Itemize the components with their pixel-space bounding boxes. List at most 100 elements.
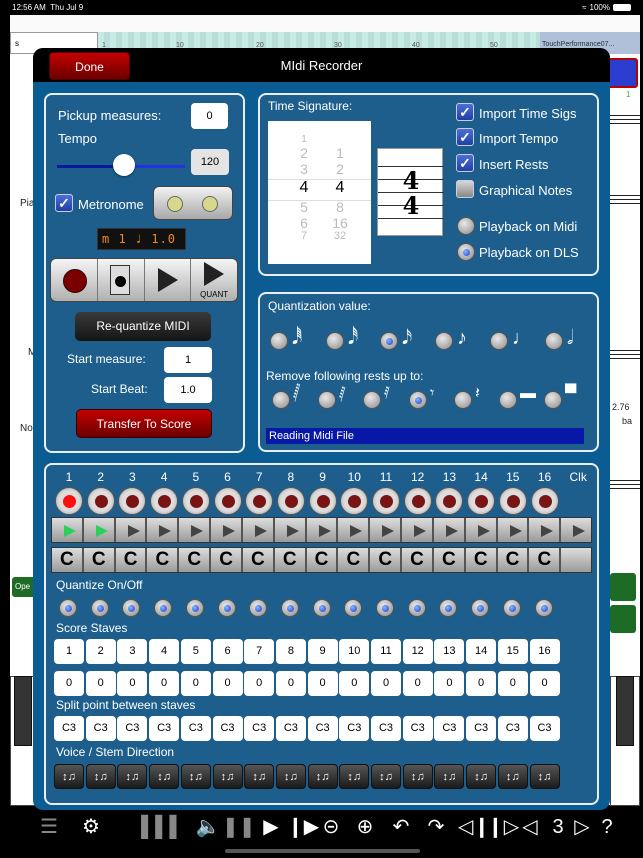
split-point-field[interactable]: C3 [497, 716, 528, 741]
play-button[interactable] [145, 259, 192, 301]
channel-clef-button[interactable]: C [307, 548, 339, 572]
playback-dls-radio[interactable] [457, 243, 475, 261]
channel-play-button[interactable] [275, 518, 307, 542]
channel-clef-button[interactable]: C [116, 548, 148, 572]
load-midi-button[interactable] [98, 259, 145, 301]
previous-page-icon[interactable]: ◁ [517, 814, 543, 840]
voice-stem-button[interactable]: ↕♫ [434, 764, 465, 789]
staff-offset-field[interactable]: 0 [244, 671, 275, 696]
channel-clef-button[interactable]: C [243, 548, 275, 572]
channel-clef-button[interactable]: C [147, 548, 180, 572]
channel-record-button[interactable] [372, 487, 400, 515]
quantize-toggle[interactable] [280, 599, 299, 617]
voice-stem-button[interactable]: ↕♫ [212, 764, 243, 789]
play-from-cursor-icon[interactable]: ❙▶ [287, 814, 319, 840]
split-point-field[interactable]: C3 [402, 716, 433, 741]
channel-play-button[interactable] [52, 518, 84, 542]
voice-stem-button[interactable]: ↕♫ [529, 764, 560, 789]
denominator-wheel[interactable]: 1 2 4 8 16 32 [320, 135, 360, 242]
numerator-wheel[interactable]: 1 2 3 4 5 6 7 [284, 135, 324, 242]
score-staff-field[interactable]: 4 [149, 639, 180, 664]
quantize-toggle[interactable] [185, 599, 204, 617]
channel-clef-button[interactable] [561, 548, 591, 572]
channel-record-button[interactable] [276, 487, 305, 515]
staff-offset-field[interactable]: 0 [371, 671, 401, 696]
channel-clef-button[interactable]: C [52, 548, 84, 572]
quantize-toggle[interactable] [312, 599, 331, 617]
insert-measure-left-icon[interactable]: ◁❙ [458, 814, 490, 840]
score-staff-field[interactable]: 10 [339, 639, 370, 664]
tempo-value[interactable]: 120 [191, 149, 229, 175]
transfer-to-score-button[interactable]: Transfer To Score [76, 409, 212, 438]
gear-icon[interactable]: ⚙ [78, 814, 104, 840]
play-quantized-button[interactable]: QUANT [191, 259, 237, 301]
zoom-in-icon[interactable]: ⊕ [352, 814, 378, 840]
score-staff-field[interactable]: 13 [434, 639, 465, 664]
staff-offset-field[interactable]: 0 [529, 671, 560, 696]
score-staff-field[interactable]: 11 [371, 639, 401, 664]
rest-half-radio[interactable] [499, 391, 517, 409]
staff-offset-field[interactable]: 0 [149, 671, 180, 696]
staff-offset-field[interactable]: 0 [402, 671, 433, 696]
voice-stem-button[interactable]: ↕♫ [466, 764, 497, 789]
expand-icon[interactable] [610, 573, 636, 601]
channel-record-button[interactable] [308, 487, 337, 515]
channel-clef-button[interactable]: C [370, 548, 403, 572]
insert-rests-checkbox[interactable]: ✓ [456, 154, 474, 172]
staff-offset-field[interactable]: 0 [212, 671, 243, 696]
channel-clef-button[interactable]: C [275, 548, 307, 572]
channel-play-button[interactable] [529, 518, 562, 542]
channel-play-button[interactable] [307, 518, 339, 542]
staff-offset-field[interactable]: 0 [497, 671, 528, 696]
channel-clef-button[interactable]: C [466, 548, 498, 572]
channel-play-button[interactable] [498, 518, 530, 542]
split-point-field[interactable]: C3 [149, 716, 180, 741]
channel-clef-button[interactable]: C [529, 548, 562, 572]
record-button[interactable] [51, 259, 98, 301]
channel-play-button[interactable] [466, 518, 498, 542]
channel-play-button[interactable] [84, 518, 116, 542]
rest-quarter-radio[interactable] [454, 391, 472, 409]
metronome-checkbox[interactable]: ✓ [55, 194, 73, 212]
staff-offset-field[interactable]: 0 [307, 671, 338, 696]
channel-play-button[interactable] [338, 518, 371, 542]
score-staff-field[interactable]: 16 [529, 639, 560, 664]
channel-play-button[interactable] [179, 518, 212, 542]
rest-32nd-radio[interactable] [318, 391, 336, 409]
score-staff-field[interactable]: 1 [54, 639, 84, 664]
channel-record-button[interactable] [530, 487, 559, 515]
pause-icon[interactable]: ❚❚ [222, 814, 256, 840]
voice-stem-button[interactable]: ↕♫ [275, 764, 306, 789]
quantize-toggle[interactable] [376, 599, 394, 617]
help-icon[interactable]: ? [594, 814, 620, 840]
channel-record-button[interactable] [213, 487, 242, 515]
split-point-field[interactable]: C3 [244, 716, 275, 741]
score-staff-field[interactable]: 15 [497, 639, 528, 664]
voice-stem-button[interactable]: ↕♫ [339, 764, 370, 789]
channel-play-button[interactable] [561, 518, 591, 542]
channel-play-button[interactable] [243, 518, 275, 542]
score-staff-field[interactable]: 2 [85, 639, 116, 664]
voice-stem-button[interactable]: ↕♫ [117, 764, 148, 789]
score-staff-field[interactable]: 6 [212, 639, 243, 664]
channel-clef-button[interactable]: C [211, 548, 243, 572]
staff-offset-field[interactable]: 0 [117, 671, 148, 696]
quantize-toggle[interactable] [471, 599, 490, 617]
channel-play-button[interactable] [370, 518, 403, 542]
start-measure-input[interactable]: 1 [164, 347, 212, 373]
channel-record-button[interactable] [245, 487, 274, 515]
voice-stem-button[interactable]: ↕♫ [307, 764, 338, 789]
channel-clef-button[interactable]: C [84, 548, 116, 572]
score-staff-field[interactable]: 7 [244, 639, 275, 664]
staff-offset-field[interactable]: 0 [85, 671, 116, 696]
quantize-toggle[interactable] [407, 599, 426, 617]
metronome-beat-button[interactable] [153, 186, 233, 220]
pickup-input[interactable]: 0 [191, 103, 228, 129]
speaker-icon[interactable]: 🔈 [195, 814, 221, 840]
voice-stem-button[interactable]: ↕♫ [85, 764, 116, 789]
import-tempo-checkbox[interactable]: ✓ [456, 128, 474, 146]
quantize-toggle[interactable] [534, 599, 553, 617]
quantize-half-radio[interactable] [545, 332, 563, 350]
zoom-out-icon[interactable]: ⊝ [318, 814, 344, 840]
quantize-toggle[interactable] [502, 599, 521, 617]
